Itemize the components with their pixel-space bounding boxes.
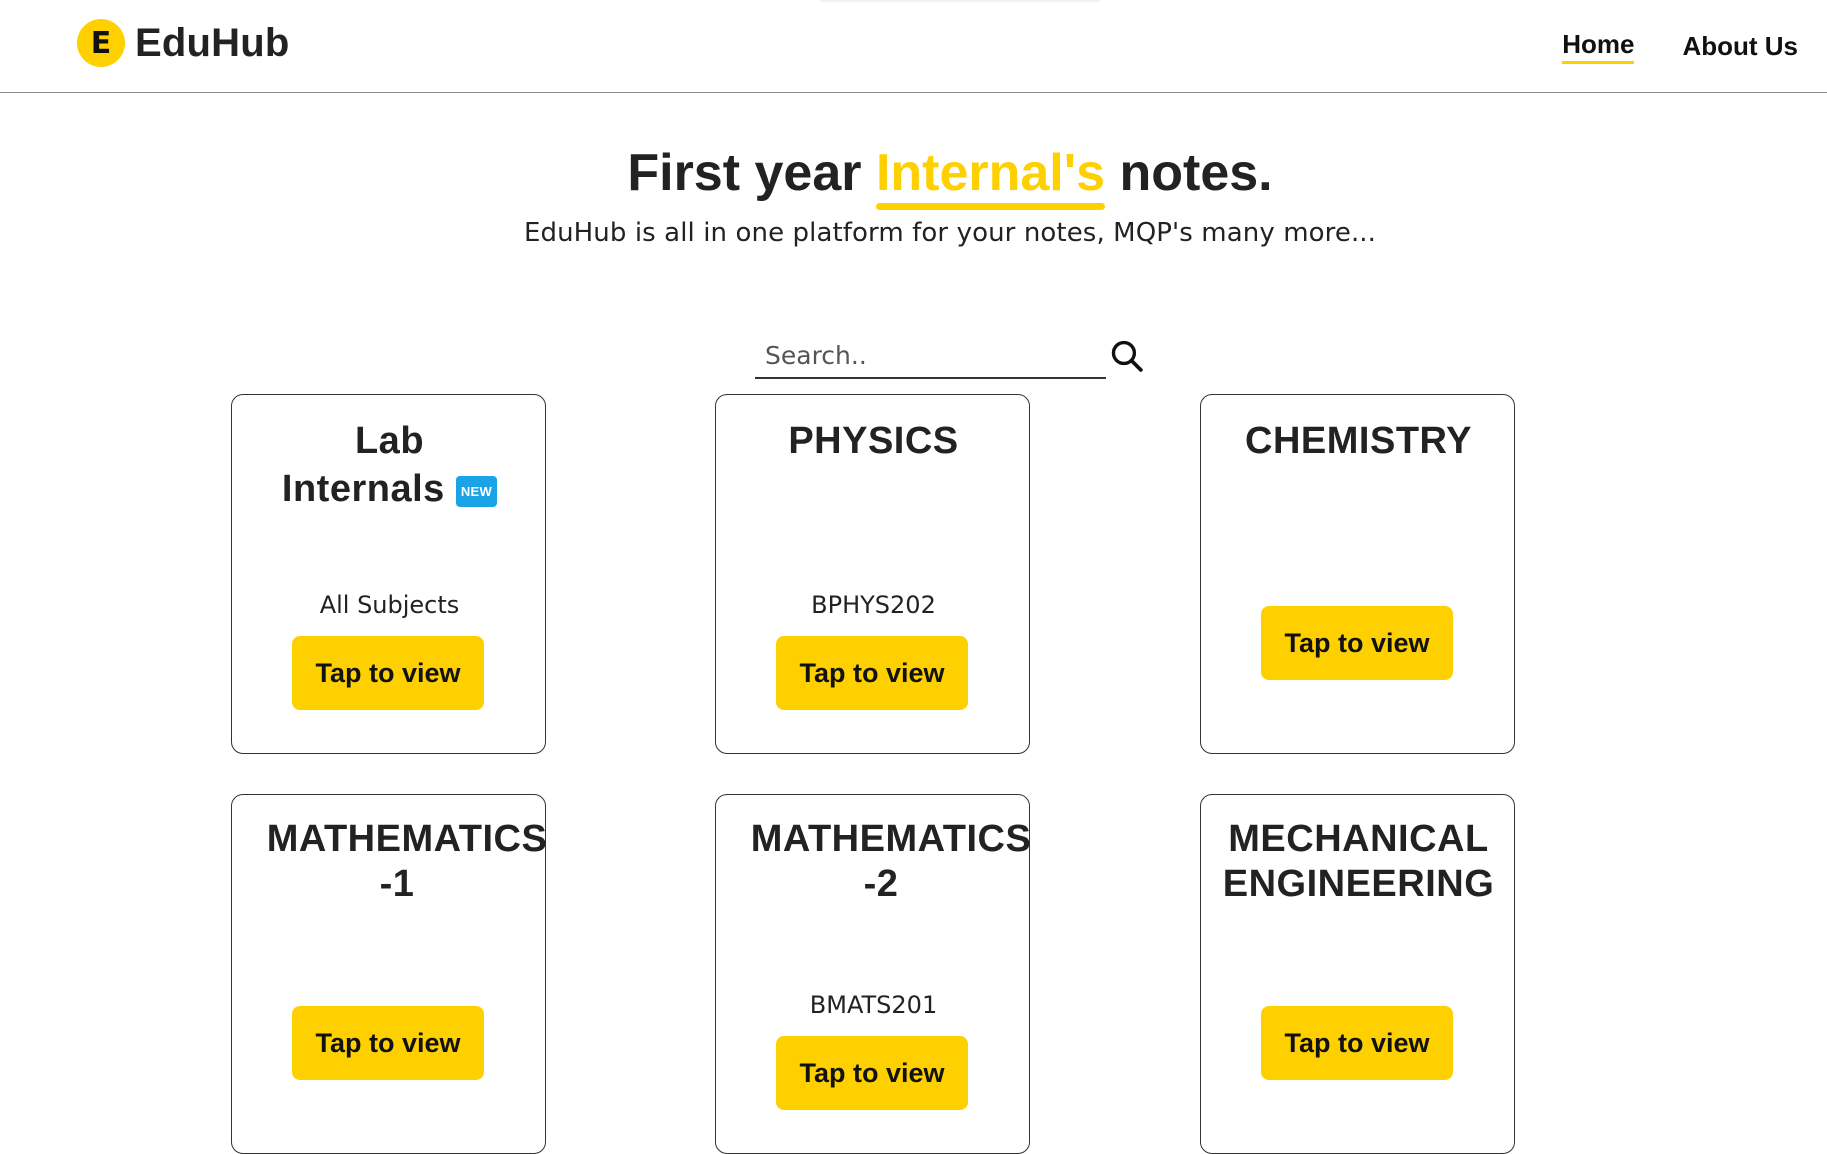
search-bar — [755, 332, 1145, 380]
card-title: MATHEMATICS -2 — [726, 817, 1056, 907]
brand-name: EduHub — [135, 20, 290, 65]
title-highlight: Internal's — [875, 140, 1106, 210]
card-mathematics-2: MATHEMATICS -2 BMATS201 Tap to view — [715, 794, 1031, 1154]
tap-to-view-button[interactable]: Tap to view — [776, 1036, 968, 1110]
card-title: MECHANICAL ENGINEERING — [1201, 817, 1516, 907]
card-mathematics-1: MATHEMATICS -1 Tap to view — [231, 794, 547, 1154]
search-icon[interactable] — [1109, 338, 1145, 374]
tap-to-view-button[interactable]: Tap to view — [1261, 1006, 1453, 1080]
logo-icon: E — [77, 19, 125, 67]
card-mechanical-engineering: MECHANICAL ENGINEERING Tap to view — [1200, 794, 1515, 1154]
card-title: Lab Internals NEW — [232, 417, 547, 513]
search-input[interactable] — [755, 333, 1107, 379]
tap-to-view-button[interactable]: Tap to view — [292, 1006, 484, 1080]
hero-section: First year Internal's notes. EduHub is a… — [0, 140, 1827, 248]
brand-logo[interactable]: E EduHub — [77, 19, 290, 67]
nav-about-link[interactable]: About Us — [1682, 31, 1798, 62]
card-title-line2: ENGINEERING — [1222, 863, 1495, 905]
card-title-line1: MATHEMATICS — [750, 818, 1032, 860]
card-title-line1: MATHEMATICS — [266, 818, 548, 860]
card-subject-code: All Subjects — [319, 591, 460, 619]
top-navbar: E EduHub Home About Us — [0, 0, 1827, 93]
card-title-line2: Internals — [281, 468, 445, 510]
title-text-start: First year — [627, 144, 876, 202]
card-title: CHEMISTRY — [1245, 420, 1472, 462]
card-subject-code: BMATS201 — [809, 991, 938, 1019]
page-title: First year Internal's notes. — [0, 140, 1827, 210]
top-shade — [820, 0, 1100, 3]
card-title-line2: -2 — [863, 863, 899, 905]
card-lab-internals: Lab Internals NEW All Subjects Tap to vi… — [231, 394, 546, 754]
card-subject-code: BPHYS202 — [811, 591, 936, 619]
tap-to-view-button[interactable]: Tap to view — [1261, 606, 1453, 680]
card-title-line2: -1 — [379, 863, 415, 905]
card-title-line1: MECHANICAL — [1228, 818, 1489, 860]
title-text-end: notes. — [1105, 144, 1273, 202]
main-nav: Home About Us — [1514, 29, 1798, 64]
tap-to-view-button[interactable]: Tap to view — [292, 636, 484, 710]
card-physics: PHYSICS BPHYS202 Tap to view — [715, 394, 1030, 754]
page-subtitle: EduHub is all in one platform for your n… — [523, 218, 1377, 248]
card-title: PHYSICS — [788, 420, 959, 462]
new-badge: NEW — [455, 476, 498, 507]
nav-home-link[interactable]: Home — [1562, 29, 1635, 64]
card-title: MATHEMATICS -1 — [242, 817, 572, 907]
card-chemistry: CHEMISTRY Tap to view — [1200, 394, 1515, 754]
tap-to-view-button[interactable]: Tap to view — [776, 636, 968, 710]
card-title-line1: Lab — [354, 420, 425, 462]
